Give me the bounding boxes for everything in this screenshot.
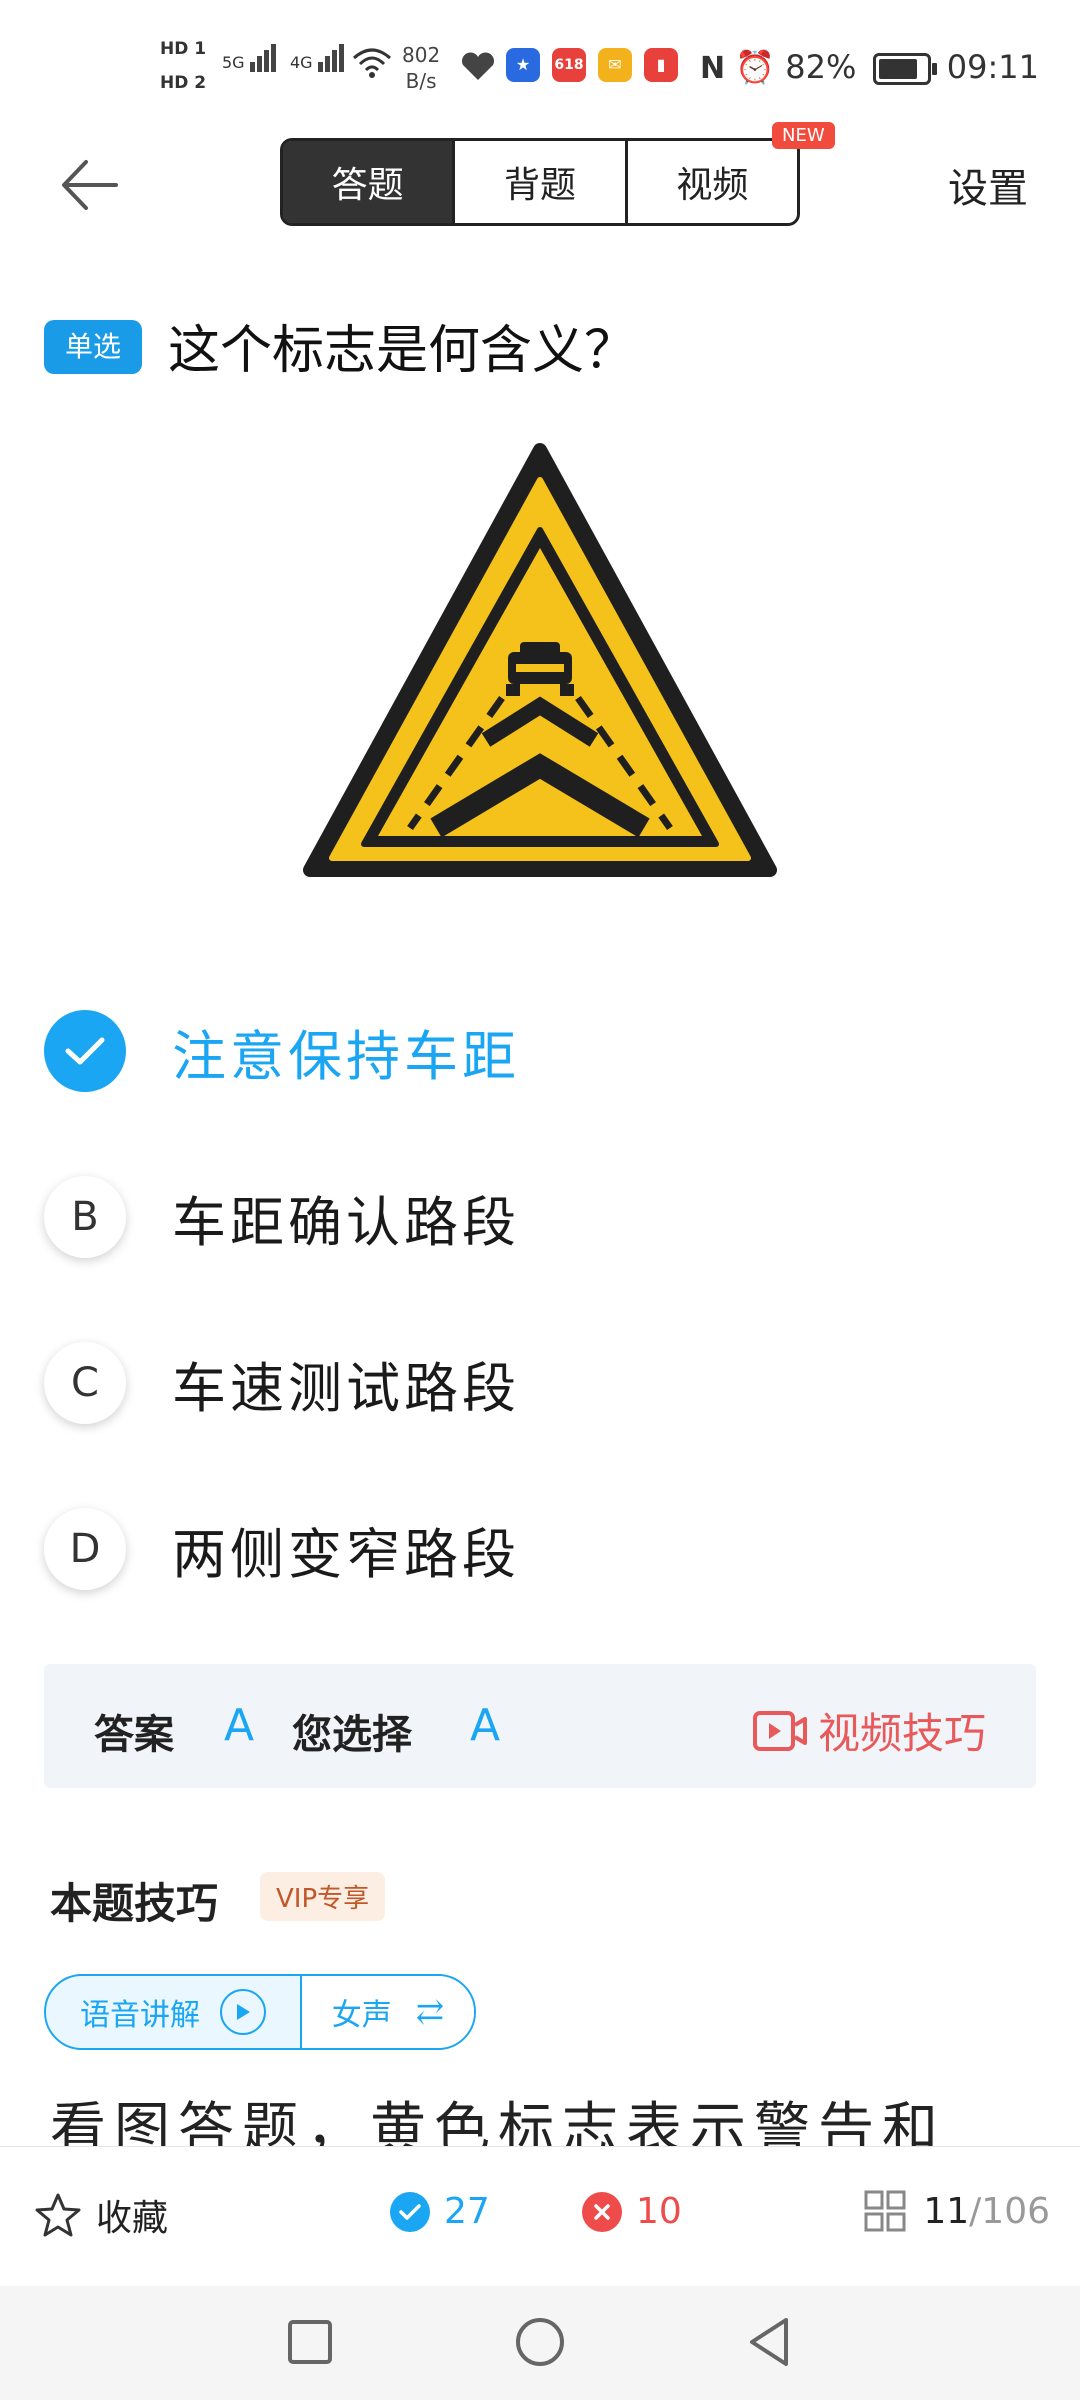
star-app-icon: ★ bbox=[506, 48, 540, 82]
tab-answer[interactable]: 答题 bbox=[283, 141, 456, 223]
tips-title: 本题技巧 bbox=[50, 1879, 219, 1928]
speed-value: 802 bbox=[402, 43, 441, 67]
clock-time: 09:11 bbox=[946, 48, 1039, 86]
status-bar: HD 1 HD 2 5G 4G 802 B/s ★ 618 ✉ ▮ N ⏰ 82… bbox=[0, 0, 1080, 130]
status-right: N ⏰ 82% 09:11 bbox=[700, 48, 1039, 86]
signal-bars-icon bbox=[317, 44, 346, 72]
question-text: 这个标志是何含义？ bbox=[168, 321, 637, 381]
correct-value: 27 bbox=[444, 2191, 490, 2232]
hd-indicators: HD 1 HD 2 bbox=[160, 38, 206, 106]
answer-box: 答案 A 您选择 A 视频技巧 bbox=[44, 1664, 1036, 1788]
battery-percent: 82% bbox=[785, 48, 857, 86]
battery-icon bbox=[872, 53, 937, 85]
checkmark-icon bbox=[44, 1010, 126, 1092]
option-b[interactable]: B 车距确认路段 bbox=[44, 1172, 1024, 1262]
alarm-icon: ⏰ bbox=[735, 48, 776, 86]
wrong-count[interactable]: 10 bbox=[582, 2191, 682, 2232]
wifi-icon bbox=[353, 48, 391, 78]
option-a[interactable]: 注意保持车距 bbox=[44, 1006, 1024, 1096]
mode-tabs: 答题 背题 视频 bbox=[280, 138, 800, 226]
hd1-label: HD 1 bbox=[160, 39, 207, 59]
answer-value: A bbox=[224, 1700, 255, 1751]
net2-label: 4G bbox=[290, 53, 313, 72]
option-b-letter: B bbox=[44, 1176, 126, 1258]
correct-check-icon bbox=[390, 2191, 430, 2232]
your-choice-label: 您选择 bbox=[292, 1711, 412, 1758]
wrong-value: 10 bbox=[636, 2191, 682, 2232]
swap-icon: ⇄ bbox=[415, 1992, 445, 2032]
nfc-icon: N bbox=[700, 51, 726, 86]
option-a-text: 注意保持车距 bbox=[172, 1024, 520, 1088]
traffic-sign-image bbox=[290, 430, 790, 910]
back-arrow-icon[interactable] bbox=[56, 150, 126, 220]
recent-apps-icon[interactable] bbox=[280, 2312, 340, 2372]
back-nav-icon[interactable] bbox=[740, 2312, 800, 2372]
answer-label: 答案 bbox=[94, 1711, 174, 1758]
audio-explain-label: 语音讲解 bbox=[80, 1998, 200, 2033]
tab-memorize[interactable]: 背题 bbox=[455, 141, 628, 223]
tips-text: 看图答题，黄色标志表示警告和 bbox=[50, 2097, 946, 2146]
speed-unit: B/s bbox=[405, 69, 437, 93]
current-question: 11 bbox=[923, 2190, 970, 2232]
signal-5g: 5G bbox=[222, 44, 278, 72]
system-nav-bar bbox=[0, 2286, 1080, 2400]
question-type-badge: 单选 bbox=[44, 320, 142, 374]
app-618-icon: 618 bbox=[552, 48, 586, 82]
favorite-button[interactable]: 收藏 bbox=[34, 2189, 168, 2241]
video-icon bbox=[752, 1710, 807, 1751]
option-d-text: 两侧变窄路段 bbox=[172, 1522, 520, 1586]
star-icon bbox=[35, 2193, 81, 2237]
new-badge: NEW bbox=[772, 122, 835, 149]
option-d-letter: D bbox=[44, 1508, 126, 1590]
wrong-x-icon bbox=[582, 2191, 622, 2232]
signal-bars-icon bbox=[249, 44, 278, 72]
option-c-letter: C bbox=[44, 1342, 126, 1424]
favorite-label: 收藏 bbox=[96, 2198, 169, 2239]
option-c[interactable]: C 车速测试路段 bbox=[44, 1338, 1024, 1428]
voice-label: 女声 bbox=[331, 1998, 392, 2033]
audio-explain-control: 语音讲解 女声 ⇄ bbox=[44, 1974, 476, 2050]
voice-switch-button[interactable]: 女声 ⇄ bbox=[302, 1976, 474, 2048]
tab-video[interactable]: 视频 bbox=[628, 141, 797, 223]
correct-count[interactable]: 27 bbox=[390, 2191, 490, 2232]
home-icon[interactable] bbox=[510, 2312, 570, 2372]
grid-icon bbox=[864, 2190, 906, 2232]
audio-explain-button[interactable]: 语音讲解 bbox=[46, 1976, 302, 2048]
question-progress[interactable]: 11/106 bbox=[863, 2189, 1050, 2233]
mail-icon: ✉ bbox=[598, 48, 632, 82]
option-d[interactable]: D 两侧变窄路段 bbox=[44, 1504, 1024, 1594]
option-b-text: 车距确认路段 bbox=[172, 1190, 520, 1254]
option-c-text: 车速测试路段 bbox=[172, 1356, 520, 1420]
hd2-label: HD 2 bbox=[160, 73, 207, 93]
book-app-icon: ▮ bbox=[644, 48, 678, 82]
video-tip-label: 视频技巧 bbox=[817, 1709, 986, 1758]
bottom-bar: 收藏 27 10 11/106 bbox=[0, 2146, 1080, 2287]
net1-label: 5G bbox=[222, 53, 245, 72]
play-icon bbox=[220, 1989, 266, 2035]
video-tip-button[interactable]: 视频技巧 bbox=[752, 1700, 986, 1761]
vip-badge: VIP专享 bbox=[260, 1872, 386, 1921]
signal-4g: 4G bbox=[290, 44, 346, 72]
total-questions: /106 bbox=[969, 2190, 1050, 2232]
net-speed: 802 B/s bbox=[402, 42, 440, 94]
your-choice-value: A bbox=[470, 1700, 501, 1751]
heart-icon bbox=[462, 52, 494, 80]
settings-button[interactable]: 设置 bbox=[948, 156, 1028, 214]
